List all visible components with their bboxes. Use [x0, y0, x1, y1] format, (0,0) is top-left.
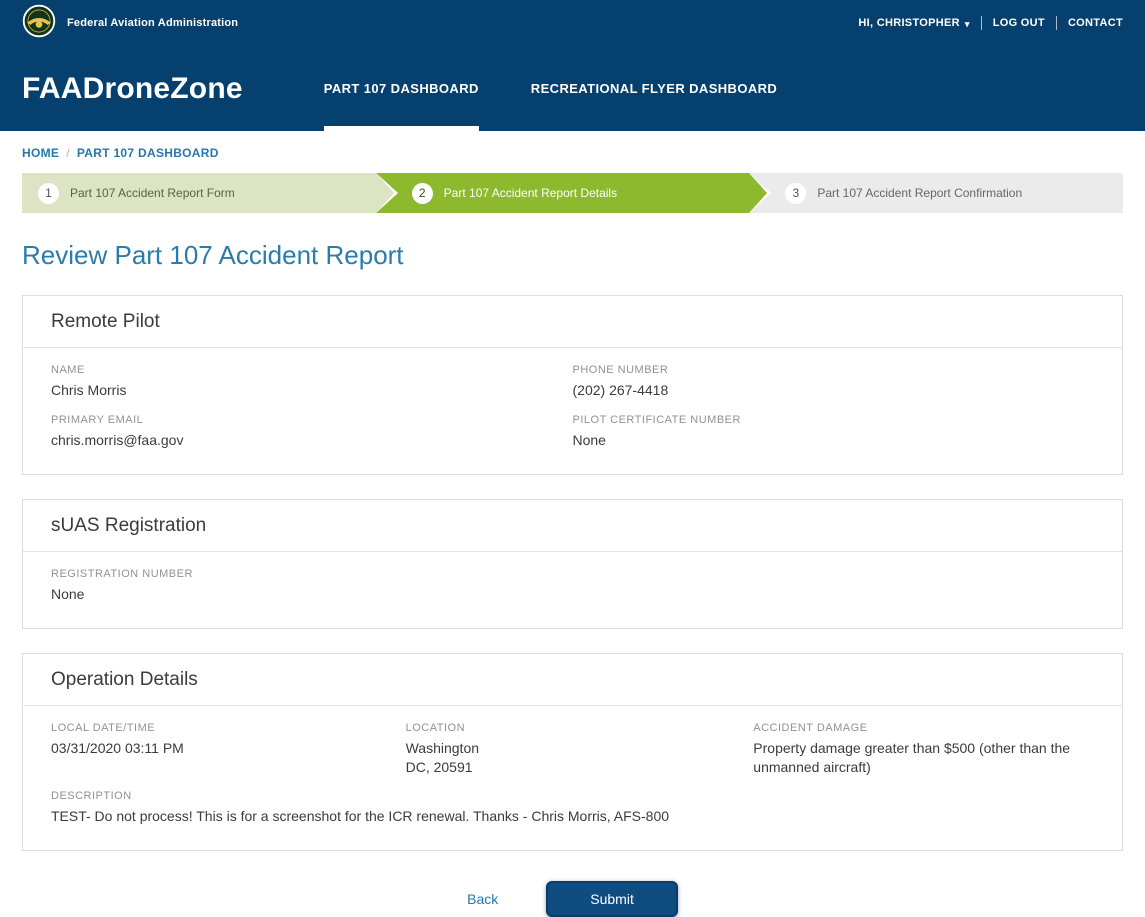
field-label: PRIMARY EMAIL: [51, 414, 573, 426]
tab-recreational-flyer-dashboard[interactable]: RECREATIONAL FLYER DASHBOARD: [505, 46, 803, 131]
progress-stepper: 1 Part 107 Accident Report Form 2 Part 1…: [22, 173, 1123, 213]
field-label: PHONE NUMBER: [573, 364, 1095, 376]
agency-name: Federal Aviation Administration: [67, 17, 238, 29]
agency-branding: Federal Aviation Administration: [22, 4, 238, 43]
step-label: Part 107 Accident Report Form: [70, 186, 235, 200]
suas-registration-fields: REGISTRATION NUMBER None: [23, 552, 1122, 628]
step-report-form: 1 Part 107 Accident Report Form: [22, 173, 376, 213]
divider: [981, 16, 982, 30]
step-label: Part 107 Accident Report Details: [444, 186, 617, 200]
back-link[interactable]: Back: [467, 891, 498, 907]
step-number-badge: 2: [412, 183, 433, 204]
field-value: Property damage greater than $500 (other…: [753, 739, 1083, 777]
form-actions: Back Submit: [0, 881, 1145, 917]
operation-details-fields: LOCAL DATE/TIME 03/31/2020 03:11 PM LOCA…: [23, 706, 1122, 851]
field-label: LOCAL DATE/TIME: [51, 722, 406, 734]
card-title-remote-pilot: Remote Pilot: [23, 296, 1122, 348]
field-label: REGISTRATION NUMBER: [51, 568, 1094, 580]
divider: [1056, 16, 1057, 30]
page-title: Review Part 107 Accident Report: [22, 240, 1123, 271]
field-label: NAME: [51, 364, 573, 376]
site-header: Federal Aviation Administration HI, CHRI…: [0, 0, 1145, 131]
faa-seal-icon: [22, 4, 56, 43]
user-greeting: HI, CHRISTOPHER: [858, 17, 959, 29]
field-location: LOCATION Washington DC, 20591: [406, 722, 754, 777]
remote-pilot-card: Remote Pilot NAME Chris Morris PHONE NUM…: [22, 295, 1123, 475]
suas-registration-card: sUAS Registration REGISTRATION NUMBER No…: [22, 499, 1123, 629]
breadcrumb-home-link[interactable]: HOME: [22, 146, 59, 160]
step-number-badge: 3: [785, 183, 806, 204]
tab-part107-dashboard[interactable]: PART 107 DASHBOARD: [298, 46, 505, 131]
card-title-suas-registration: sUAS Registration: [23, 500, 1122, 552]
field-accident-damage: ACCIDENT DAMAGE Property damage greater …: [753, 722, 1094, 777]
field-description: DESCRIPTION TEST- Do not process! This i…: [51, 790, 1094, 826]
field-primary-email: PRIMARY EMAIL chris.morris@faa.gov: [51, 414, 573, 450]
header-top-bar: Federal Aviation Administration HI, CHRI…: [22, 0, 1123, 46]
field-local-datetime: LOCAL DATE/TIME 03/31/2020 03:11 PM: [51, 722, 406, 777]
field-pilot-certificate-number: PILOT CERTIFICATE NUMBER None: [573, 414, 1095, 450]
submit-button[interactable]: Submit: [546, 881, 678, 917]
breadcrumb-current-link[interactable]: PART 107 DASHBOARD: [77, 146, 219, 160]
field-value: None: [51, 585, 1094, 604]
breadcrumb-separator: /: [66, 146, 70, 160]
brand-nav-row: FAADroneZone PART 107 DASHBOARD RECREATI…: [22, 46, 1123, 131]
operation-details-card: Operation Details LOCAL DATE/TIME 03/31/…: [22, 653, 1123, 852]
field-value: TEST- Do not process! This is for a scre…: [51, 807, 1094, 826]
operation-details-row: LOCAL DATE/TIME 03/31/2020 03:11 PM LOCA…: [51, 722, 1094, 777]
faa-dronezone-logo[interactable]: FAADroneZone: [22, 72, 243, 106]
step-report-confirmation: 3 Part 107 Accident Report Confirmation: [749, 173, 1123, 213]
field-value: Chris Morris: [51, 381, 573, 400]
contact-link[interactable]: CONTACT: [1068, 17, 1123, 29]
field-phone-number: PHONE NUMBER (202) 267-4418: [573, 364, 1095, 400]
field-value: (202) 267-4418: [573, 381, 1095, 400]
field-value: 03/31/2020 03:11 PM: [51, 739, 406, 758]
user-menu[interactable]: HI, CHRISTOPHER ▾: [858, 17, 969, 29]
field-value: chris.morris@faa.gov: [51, 431, 573, 450]
field-registration-number: REGISTRATION NUMBER None: [51, 568, 1094, 604]
card-title-operation-details: Operation Details: [23, 654, 1122, 706]
step-report-details: 2 Part 107 Accident Report Details: [376, 173, 750, 213]
remote-pilot-fields: NAME Chris Morris PHONE NUMBER (202) 267…: [23, 348, 1122, 474]
field-name: NAME Chris Morris: [51, 364, 573, 400]
breadcrumb: HOME / PART 107 DASHBOARD: [22, 146, 1123, 160]
field-value: Washington DC, 20591: [406, 739, 754, 777]
field-label: LOCATION: [406, 722, 754, 734]
field-value: None: [573, 431, 1095, 450]
field-label: DESCRIPTION: [51, 790, 1094, 802]
step-number-badge: 1: [38, 183, 59, 204]
primary-nav: PART 107 DASHBOARD RECREATIONAL FLYER DA…: [298, 46, 803, 131]
header-utility-nav: HI, CHRISTOPHER ▾ LOG OUT CONTACT: [858, 16, 1123, 30]
field-label: ACCIDENT DAMAGE: [753, 722, 1094, 734]
field-label: PILOT CERTIFICATE NUMBER: [573, 414, 1095, 426]
logout-link[interactable]: LOG OUT: [993, 17, 1045, 29]
step-label: Part 107 Accident Report Confirmation: [817, 186, 1022, 200]
chevron-down-icon: ▾: [965, 19, 970, 30]
